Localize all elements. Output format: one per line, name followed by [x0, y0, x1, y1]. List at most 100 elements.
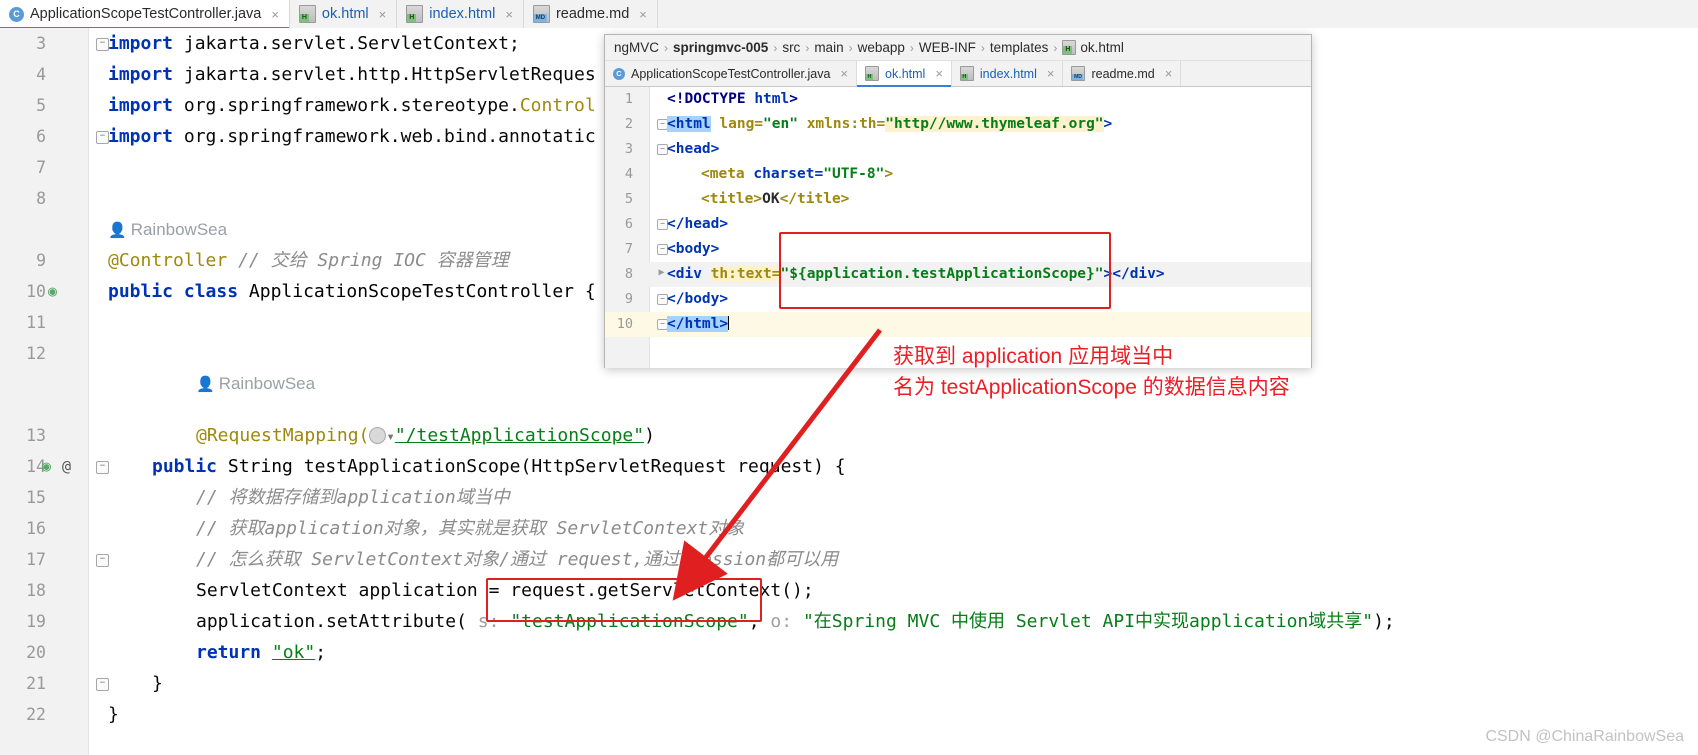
line-number: 20: [26, 643, 46, 662]
code-text: </head>: [667, 216, 729, 232]
breadcrumb-separator-icon: ›: [773, 40, 778, 55]
annotation-line-2: 名为 testApplicationScope 的数据信息内容: [893, 376, 1290, 399]
tab-close-icon[interactable]: ×: [639, 7, 647, 22]
markdown-file-icon: [532, 5, 550, 23]
tab-close-icon[interactable]: ×: [1165, 66, 1173, 81]
line-number: 10: [616, 316, 633, 332]
code-text: // 怎么获取 ServletContext对象/通过 request,通过 s…: [196, 549, 839, 570]
code-text: <head>: [667, 141, 720, 157]
tab-index-html[interactable]: index.html ×: [397, 0, 524, 28]
html-code-area[interactable]: 1 <!DOCTYPE html> 2 − <html lang="en" xm…: [605, 87, 1311, 368]
code-line[interactable]: 4 <meta charset="UTF-8">: [605, 162, 1311, 187]
breadcrumb-separator-icon: ›: [848, 40, 853, 55]
line-number: 13: [26, 426, 46, 445]
fold-marker-icon[interactable]: −: [96, 678, 109, 691]
inner-tab-ok-html[interactable]: ok.html ×: [857, 61, 952, 87]
line-number: 4: [624, 166, 633, 182]
line-number: 3: [624, 141, 633, 157]
line-number: 21: [26, 674, 46, 693]
code-line[interactable]: 2 − <html lang="en" xmlns:th="http//www.…: [605, 112, 1311, 137]
code-line[interactable]: 10 − </html>: [605, 312, 1311, 337]
author-annotation: 👤 RainbowSea: [108, 220, 228, 239]
highlight-box-attribute-key: [486, 578, 762, 622]
tab-application-scope-test-controller[interactable]: C ApplicationScopeTestController.java ×: [0, 0, 290, 29]
run-gutter-icon[interactable]: ◉: [42, 451, 51, 482]
annotation-line-1: 获取到 application 应用域当中: [893, 345, 1174, 368]
ok-html-editor-window[interactable]: ngMVC › springmvc-005 › src › main › web…: [604, 34, 1312, 368]
line-number: 5: [624, 191, 633, 207]
breadcrumb-item-webapp[interactable]: webapp: [855, 40, 908, 55]
line-number: 6: [36, 127, 46, 146]
editor-tab-bar[interactable]: C ApplicationScopeTestController.java × …: [0, 0, 1698, 29]
tab-label: ok.html: [321, 6, 369, 22]
code-line[interactable]: 13 @RequestMapping(▾"/testApplicationSco…: [0, 420, 1698, 451]
tab-close-icon[interactable]: ×: [840, 66, 848, 81]
code-text: @RequestMapping(▾"/testApplicationScope"…: [196, 425, 655, 446]
code-line[interactable]: 1 <!DOCTYPE html>: [605, 87, 1311, 112]
line-number: 7: [624, 241, 633, 257]
tab-close-icon[interactable]: ×: [271, 7, 279, 22]
line-number: 8: [624, 266, 633, 282]
code-text: public String testApplicationScope(HttpS…: [152, 456, 846, 477]
tab-readme-md[interactable]: readme.md ×: [523, 0, 658, 28]
code-line[interactable]: 3 − <head>: [605, 137, 1311, 162]
expand-marker-icon[interactable]: ▶: [657, 268, 666, 278]
code-line[interactable]: 15 // 将数据存储到application域当中: [0, 482, 1698, 513]
breadcrumb-item-ok-html[interactable]: ok.html: [1059, 40, 1127, 55]
override-gutter-icon[interactable]: @: [62, 451, 71, 482]
run-gutter-icon[interactable]: ◉: [48, 276, 57, 307]
code-text: <!DOCTYPE html>: [667, 91, 798, 107]
code-line[interactable]: 14 ◉ @ − public String testApplicationSc…: [0, 451, 1698, 482]
code-text: }: [108, 704, 119, 725]
code-line[interactable]: 18 ServletContext application = request.…: [0, 575, 1698, 606]
code-line[interactable]: 20 return "ok";: [0, 637, 1698, 668]
breadcrumb-item-module[interactable]: springmvc-005: [670, 40, 771, 55]
author-annotation: 👤 RainbowSea: [196, 374, 316, 393]
code-text: public class ApplicationScopeTestControl…: [108, 281, 596, 302]
tab-close-icon[interactable]: ×: [379, 7, 387, 22]
line-number: 16: [26, 519, 46, 538]
line-number: 4: [36, 65, 46, 84]
tab-label: ok.html: [885, 66, 926, 81]
annotation-text: 获取到 application 应用域当中 名为 testApplication…: [893, 341, 1363, 403]
person-icon: 👤: [108, 222, 127, 239]
person-icon: 👤: [196, 376, 215, 393]
tab-close-icon[interactable]: ×: [505, 7, 513, 22]
line-number: 11: [26, 313, 46, 332]
code-text: // 获取application对象，其实就是获取 ServletContext…: [196, 518, 745, 539]
code-line[interactable]: 21 − }: [0, 668, 1698, 699]
line-number: 15: [26, 488, 46, 507]
line-number: 1: [624, 91, 633, 107]
web-endpoint-icon[interactable]: [369, 427, 387, 444]
code-text: <html lang="en" xmlns:th="http//www.thym…: [667, 116, 1113, 132]
breadcrumb-item-main[interactable]: main: [811, 40, 846, 55]
vcs-author-inlay: 👤 RainbowSea: [0, 368, 1698, 399]
fold-marker-icon[interactable]: −: [96, 461, 109, 474]
code-text: import org.springframework.stereotype.Co…: [108, 95, 596, 116]
breadcrumb-separator-icon: ›: [805, 40, 810, 55]
breadcrumb[interactable]: ngMVC › springmvc-005 › src › main › web…: [605, 35, 1311, 61]
breadcrumb-item-templates[interactable]: templates: [987, 40, 1052, 55]
java-class-icon: C: [9, 6, 24, 22]
tab-ok-html[interactable]: ok.html ×: [289, 0, 398, 28]
tab-label: readme.md: [555, 6, 630, 22]
breadcrumb-item-project[interactable]: ngMVC: [611, 40, 662, 55]
line-number: 19: [26, 612, 46, 631]
inner-editor-tab-bar[interactable]: C ApplicationScopeTestController.java × …: [605, 61, 1311, 87]
code-line[interactable]: 17 − // 怎么获取 ServletContext对象/通过 request…: [0, 544, 1698, 575]
code-line[interactable]: 16 // 获取application对象，其实就是获取 ServletCont…: [0, 513, 1698, 544]
tab-close-icon[interactable]: ×: [1047, 66, 1055, 81]
markdown-file-icon: [1071, 66, 1086, 81]
line-number: 17: [26, 550, 46, 569]
inner-tab-readme-md[interactable]: readme.md ×: [1063, 61, 1182, 86]
inner-tab-index-html[interactable]: index.html ×: [951, 61, 1064, 86]
code-text: @Controller // 交给 Spring IOC 容器管理: [108, 250, 509, 271]
inner-tab-application-scope-test-controller[interactable]: C ApplicationScopeTestController.java ×: [605, 61, 858, 86]
tab-close-icon[interactable]: ×: [935, 66, 943, 81]
breadcrumb-item-src[interactable]: src: [779, 40, 803, 55]
breadcrumb-item-web-inf[interactable]: WEB-INF: [916, 40, 979, 55]
code-line[interactable]: 19 application.setAttribute( s: "testApp…: [0, 606, 1698, 637]
code-line[interactable]: 22 }: [0, 699, 1698, 730]
fold-marker-icon[interactable]: −: [96, 554, 109, 567]
code-line[interactable]: 5 <title>OK</title>: [605, 187, 1311, 212]
